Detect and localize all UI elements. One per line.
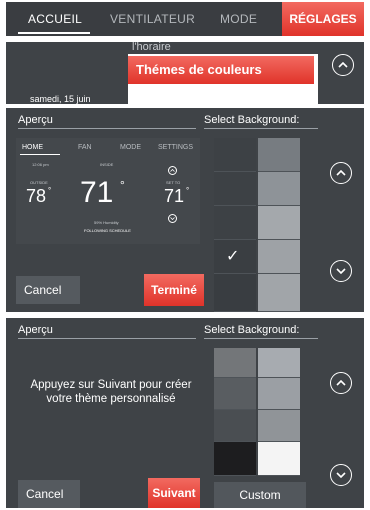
swatch-column-right (258, 138, 300, 312)
swatch[interactable] (214, 172, 256, 206)
done-button[interactable]: Terminé (144, 274, 204, 306)
chevron-down-icon (336, 472, 346, 478)
swatch[interactable] (258, 274, 300, 312)
swatch[interactable] (258, 410, 300, 442)
preview-title: Aperçu (18, 114, 53, 126)
preview-divider (18, 338, 196, 339)
thermostat-preview: HOME FAN MODE SETTINGS 12:06 pm INSIDE O… (16, 138, 200, 244)
swatch[interactable] (258, 206, 300, 240)
chevron-up-icon (336, 170, 346, 176)
preview-tab-underline (20, 154, 60, 155)
preview-set-to-label: SET TO (166, 180, 181, 185)
tab-mode[interactable]: MODE (220, 2, 257, 36)
preview-set-degree: ° (186, 186, 190, 195)
swatch[interactable] (214, 274, 256, 312)
preview-tab-mode: MODE (120, 144, 141, 151)
select-background-title: Select Background: (204, 114, 300, 126)
swatch-scroll-down-button[interactable] (330, 464, 352, 486)
cancel-button[interactable]: Cancel (16, 276, 80, 304)
preview-schedule: FOLLOWING SCHEDULE (84, 228, 131, 233)
swatch[interactable] (214, 410, 256, 442)
tab-reglages[interactable]: RÉGLAGES (282, 2, 364, 36)
check-icon: ✓ (226, 248, 240, 265)
tab-accueil[interactable]: ACCUEIL (28, 2, 82, 36)
chevron-down-icon (336, 268, 346, 274)
preview-tab-settings: SETTINGS (158, 144, 194, 151)
swatch[interactable] (214, 442, 256, 476)
chevron-down-icon (170, 217, 175, 220)
settings-menu-panel: l'horaire Thémes de couleurs samedi, 15 … (6, 42, 364, 104)
custom-theme-panel: Aperçu Select Background: Appuyez sur Su… (6, 318, 364, 508)
preview-outside-label: OUTSIDE (30, 180, 48, 185)
swatch[interactable] (258, 442, 300, 476)
preview-divider (18, 128, 196, 129)
menu-item-color-themes[interactable]: Thémes de couleurs (128, 56, 314, 84)
cancel-button[interactable]: Cancel (18, 480, 80, 508)
preview-inside-label: INSIDE (100, 162, 114, 167)
swatch[interactable] (258, 172, 300, 206)
swatch[interactable] (258, 138, 300, 172)
preview-panel: Aperçu Select Background: HOME FAN MODE … (6, 108, 364, 312)
swatch[interactable] (214, 348, 256, 378)
swatch-column-right (258, 348, 300, 482)
preview-set-temp: 71 (164, 186, 185, 206)
swatch[interactable] (214, 378, 256, 410)
swatch-scroll-down-button[interactable] (330, 260, 352, 282)
select-background-title: Select Background: (204, 324, 300, 336)
chevron-up-icon (338, 62, 348, 68)
active-tab-underline (18, 32, 90, 34)
swatch[interactable] (214, 206, 256, 240)
preview-up-button (168, 166, 177, 175)
select-background-divider (204, 338, 318, 339)
preview-outside-degree: ° (48, 186, 52, 195)
custom-button[interactable]: Custom (214, 482, 306, 508)
swatch[interactable] (258, 240, 300, 274)
chevron-up-icon (336, 380, 346, 386)
swatch-selected[interactable]: ✓ (214, 240, 256, 274)
preview-inside-degree: ° (120, 178, 125, 192)
preview-inside-temp: 71 (80, 176, 114, 209)
swatch[interactable] (214, 138, 256, 172)
swatch[interactable] (258, 348, 300, 378)
preview-title: Aperçu (18, 324, 53, 336)
tab-ventilateur[interactable]: VENTILATEUR (110, 2, 195, 36)
swatch-scroll-up-button[interactable] (330, 162, 352, 184)
custom-instructions: Appuyez sur Suivant pour créer votre thè… (30, 379, 192, 405)
menu-list: Thémes de couleurs (128, 54, 318, 104)
chevron-up-icon (170, 169, 175, 172)
preview-tab-home: HOME (22, 144, 43, 151)
preview-humidity: 59% Humidity (94, 220, 119, 225)
scroll-up-button[interactable] (332, 54, 354, 76)
preview-tab-fan: FAN (78, 144, 92, 151)
swatch-scroll-up-button[interactable] (330, 372, 352, 394)
nav-panel: ACCUEIL VENTILATEUR MODE RÉGLAGES (6, 2, 364, 36)
swatch[interactable] (258, 378, 300, 410)
preview-down-button (168, 214, 177, 223)
swatch-column-left: ✓ (214, 138, 256, 312)
preview-time: 12:06 pm (32, 162, 49, 167)
menu-item-schedule[interactable]: l'horaire (132, 42, 171, 53)
next-button[interactable]: Suivant (148, 478, 200, 508)
preview-outside-temp: 78 (26, 186, 47, 206)
select-background-divider (204, 128, 318, 129)
swatch-column-left (214, 348, 256, 482)
date-label: samedi, 15 juin (30, 94, 91, 104)
